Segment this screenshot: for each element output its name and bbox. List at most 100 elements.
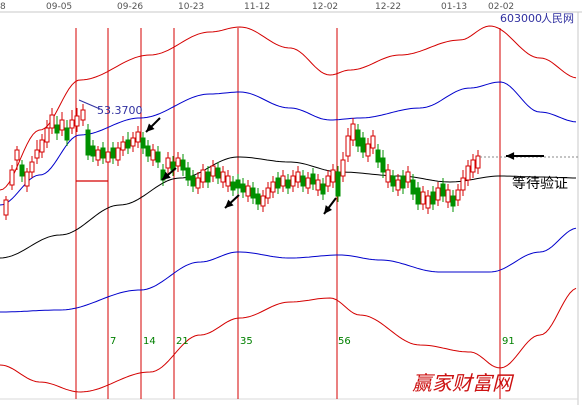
candle-body	[250, 187, 256, 199]
candle-body	[145, 145, 151, 157]
date-label: 12-22	[375, 2, 401, 12]
candle	[69, 110, 75, 134]
candle-body	[64, 127, 70, 141]
candle-body	[220, 171, 226, 183]
candle-body	[400, 175, 406, 189]
candle	[95, 146, 101, 166]
date-label: 12-02	[312, 2, 338, 12]
candle-body	[275, 177, 281, 189]
candle-body	[300, 175, 306, 187]
candle-body	[140, 137, 146, 149]
candle	[310, 168, 316, 190]
candle-body	[325, 175, 331, 187]
candle-body	[280, 175, 286, 187]
date-label: 09-05	[46, 2, 72, 12]
candle	[435, 182, 441, 206]
candle-body	[415, 187, 421, 205]
candle	[470, 154, 476, 178]
count-label: 91	[502, 336, 515, 347]
candle	[245, 180, 251, 202]
candle	[250, 182, 256, 204]
candle-body	[450, 195, 456, 207]
candle	[39, 134, 45, 158]
candle	[465, 160, 471, 186]
date-label: 8	[0, 2, 6, 12]
candle-body	[380, 157, 386, 173]
count-label: 14	[143, 336, 156, 347]
candle-body	[470, 159, 476, 173]
boll-mid-lower-line	[0, 227, 577, 313]
candle	[230, 176, 236, 196]
candle	[345, 128, 351, 162]
candle-body	[115, 147, 121, 161]
candle-body	[345, 135, 351, 157]
candle-body	[185, 167, 191, 181]
candle-body	[435, 187, 441, 201]
candle	[325, 170, 331, 192]
candle	[115, 142, 121, 166]
candle	[165, 152, 171, 174]
candle-body	[95, 149, 101, 161]
candle-body	[210, 165, 216, 177]
candle	[265, 182, 271, 204]
candle-body	[440, 183, 446, 197]
candle-body	[80, 109, 86, 121]
candle	[3, 196, 9, 220]
candle	[200, 164, 206, 188]
candle-body	[125, 139, 131, 149]
candle	[235, 174, 241, 194]
candle-body	[360, 137, 366, 153]
candle-body	[375, 149, 381, 163]
candle	[150, 144, 156, 166]
candle-body	[385, 169, 391, 183]
stock-name: 人民网	[541, 12, 574, 25]
candle-body	[120, 141, 126, 151]
candle-body	[24, 171, 30, 187]
candle-body	[190, 175, 196, 187]
date-label: 10-23	[178, 2, 204, 12]
candle-body	[310, 173, 316, 185]
candle	[405, 166, 411, 188]
candle-body	[69, 119, 75, 129]
candle	[29, 156, 35, 178]
candle	[210, 160, 216, 182]
candle	[410, 174, 416, 200]
candle-body	[330, 169, 336, 183]
time-lines	[75, 28, 501, 399]
candle-body	[215, 167, 221, 179]
candle	[180, 154, 186, 176]
candle-body	[420, 191, 426, 205]
candle	[365, 138, 371, 162]
candlesticks	[3, 104, 481, 220]
arrow-icon	[323, 197, 337, 215]
candle	[9, 165, 15, 190]
count-label: 21	[176, 336, 189, 347]
candle-body	[74, 115, 80, 127]
candle	[305, 172, 311, 194]
watermark-text: 赢家财富网	[412, 371, 515, 395]
candle	[85, 124, 91, 160]
candle-body	[195, 177, 201, 189]
date-label: 01-13	[441, 2, 467, 12]
candle-body	[110, 147, 116, 159]
candle-body	[305, 177, 311, 189]
candle	[280, 170, 286, 192]
candle-body	[235, 179, 241, 189]
candle	[315, 174, 321, 196]
candle-body	[265, 187, 271, 199]
candle-body	[335, 171, 341, 197]
candle	[19, 160, 25, 182]
date-label: 09-26	[117, 2, 143, 12]
arrow-icon	[224, 194, 240, 209]
candle-body	[34, 149, 40, 159]
candle-body	[49, 114, 55, 129]
candle-body	[290, 175, 296, 187]
candle-body	[460, 177, 466, 191]
candle-body	[430, 191, 436, 205]
candle-body	[410, 179, 416, 195]
candle-body	[39, 139, 45, 153]
candle-body	[455, 189, 461, 201]
candle-body	[270, 181, 276, 193]
candle-body	[260, 195, 266, 207]
candle	[375, 144, 381, 168]
